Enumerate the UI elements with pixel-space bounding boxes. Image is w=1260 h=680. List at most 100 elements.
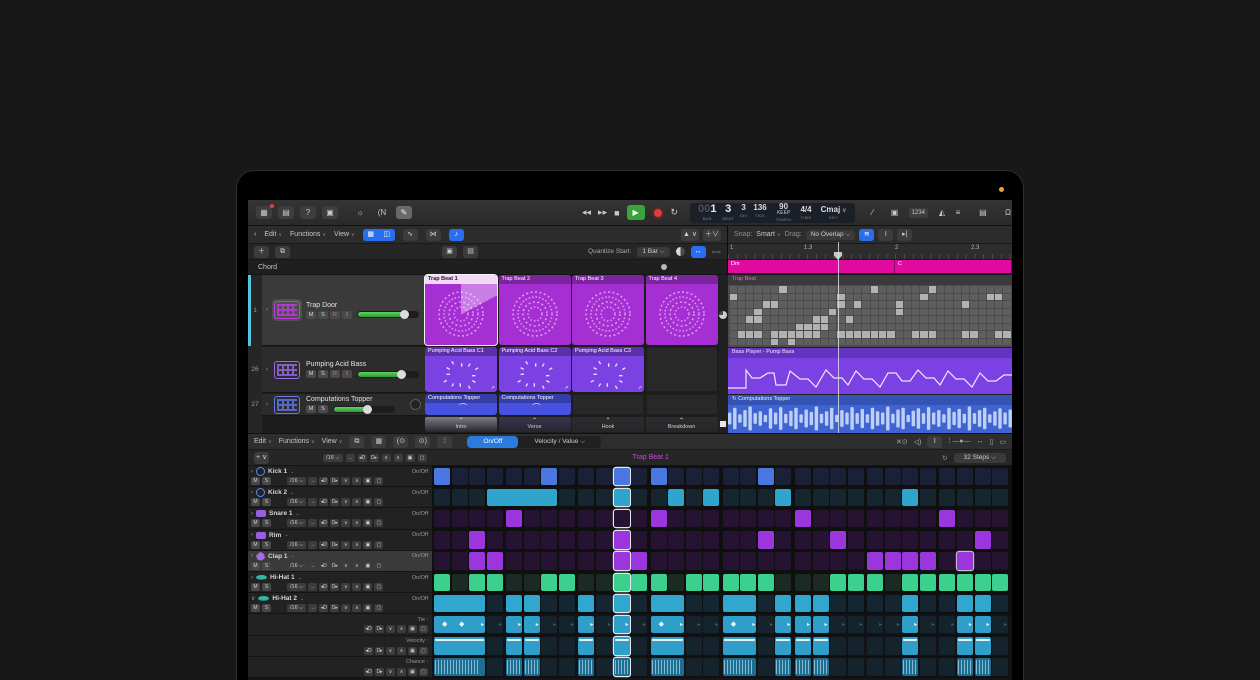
drum-grid-cell[interactable] [896, 294, 903, 301]
chance-cell[interactable] [506, 658, 522, 676]
row-decrement-button[interactable]: ∨ [341, 604, 350, 612]
step-cell[interactable] [885, 468, 901, 486]
drum-grid-cell[interactable] [896, 324, 903, 331]
step-cell[interactable] [487, 510, 503, 528]
drum-grid-cell[interactable] [987, 294, 994, 301]
row-rotate-right-button[interactable]: D▸ [330, 604, 339, 612]
step-cell[interactable] [559, 595, 575, 613]
row-rotate-left-button[interactable]: ◂D [319, 477, 328, 485]
step-cell[interactable] [506, 574, 522, 592]
step-cell[interactable] [795, 468, 811, 486]
row-paste-button[interactable]: ▢ [374, 583, 383, 591]
drum-grid-cell[interactable] [871, 339, 878, 346]
drum-grid-cell[interactable] [738, 286, 745, 293]
step-cell[interactable] [614, 552, 630, 570]
step-cell[interactable] [524, 552, 540, 570]
chance-cell[interactable] [578, 658, 594, 676]
drum-grid-cell[interactable] [970, 324, 977, 331]
audio-region[interactable]: ↻ Computations Topper [728, 395, 1012, 433]
step-cell[interactable] [686, 468, 702, 486]
tuner-icon[interactable]: ☼ [352, 206, 368, 219]
drum-grid-cell[interactable] [813, 294, 820, 301]
step-cell[interactable] [596, 552, 612, 570]
row-decrement-button[interactable]: ∨ [341, 498, 350, 506]
step-cell[interactable] [703, 531, 719, 549]
step-cell[interactable] [452, 552, 468, 570]
subrow-copy-button[interactable]: ▣ [408, 668, 417, 676]
drum-grid-cell[interactable] [746, 331, 753, 338]
drum-grid-cell[interactable] [730, 339, 737, 346]
step-cell[interactable] [740, 552, 756, 570]
add-track-button[interactable]: ＋ [254, 246, 269, 258]
step-cell[interactable] [885, 531, 901, 549]
drum-grid-cell[interactable] [896, 331, 903, 338]
default-rotate-left-icon[interactable]: ◂D [358, 454, 367, 462]
loop-cell[interactable]: Trap Beat 4 [646, 275, 718, 345]
subrow-rotate-right-button[interactable]: D▸ [375, 668, 384, 676]
disclosure-icon[interactable]: › [266, 307, 268, 313]
step-cell[interactable] [434, 552, 450, 570]
drum-grid-cell[interactable] [920, 331, 927, 338]
drum-grid-cell[interactable] [746, 286, 753, 293]
drum-grid-cell[interactable] [746, 294, 753, 301]
drum-grid-cell[interactable] [788, 316, 795, 323]
row-disclosure-icon[interactable]: ∨ [251, 595, 255, 602]
drum-grid-cell[interactable] [896, 316, 903, 323]
step-cell[interactable] [559, 468, 575, 486]
chance-cell[interactable] [902, 658, 918, 676]
window-tall-icon[interactable]: ▯ [990, 438, 994, 446]
velocity-cell[interactable] [651, 637, 685, 655]
window-wide-icon[interactable]: ▭ [999, 438, 1006, 446]
step-cell[interactable] [957, 552, 973, 570]
step-cell[interactable] [830, 531, 846, 549]
drum-grid-cell[interactable] [796, 286, 803, 293]
step-cell[interactable] [902, 510, 918, 528]
drum-grid-cell[interactable] [937, 286, 944, 293]
tie-cell[interactable]: ▸ [775, 616, 791, 634]
drum-grid-cell[interactable] [779, 294, 786, 301]
step-cell[interactable] [452, 531, 468, 549]
step-cell[interactable] [703, 489, 719, 507]
step-cell[interactable] [939, 595, 955, 613]
pointer-tool-button[interactable]: ▲ ∨ [681, 229, 699, 241]
count-in-icon[interactable]: (N [374, 206, 390, 219]
grid-divider-icon[interactable]: ▤ [463, 246, 478, 258]
drum-grid-cell[interactable] [937, 301, 944, 308]
step-cell[interactable] [631, 574, 647, 592]
step-cell[interactable] [668, 552, 684, 570]
row-solo-button[interactable]: S [262, 498, 271, 506]
drum-grid-cell[interactable] [954, 339, 961, 346]
drum-grid-cell[interactable] [979, 331, 986, 338]
step-cell[interactable] [775, 510, 791, 528]
velocity-cell[interactable] [920, 637, 936, 655]
step-cell[interactable] [614, 574, 630, 592]
drum-grid-cell[interactable] [1003, 309, 1010, 316]
default-copy-icon[interactable]: ▣ [406, 454, 415, 462]
drum-grid-cell[interactable] [771, 286, 778, 293]
drum-grid-cell[interactable] [954, 309, 961, 316]
step-cell[interactable] [541, 531, 557, 549]
drum-grid-cell[interactable] [887, 316, 894, 323]
drum-grid-cell[interactable] [738, 339, 745, 346]
chance-cell[interactable] [939, 658, 955, 676]
rewind-button[interactable]: ◂◂ [582, 207, 591, 218]
step-cell[interactable] [469, 531, 485, 549]
step-cell[interactable] [795, 595, 811, 613]
drum-grid-cell[interactable] [937, 309, 944, 316]
step-cell[interactable] [813, 595, 829, 613]
drum-grid-cell[interactable] [779, 301, 786, 308]
tie-cell[interactable]: ▸ [975, 616, 991, 634]
step-cell[interactable] [740, 510, 756, 528]
row-rotate-right-button[interactable]: D▸ [330, 477, 339, 485]
default-decrement-icon[interactable]: ∨ [382, 454, 391, 462]
drum-grid-cell[interactable] [871, 286, 878, 293]
step-cell[interactable] [830, 574, 846, 592]
drum-grid-cell[interactable] [970, 331, 977, 338]
drum-grid-cell[interactable] [929, 316, 936, 323]
step-cell[interactable] [775, 468, 791, 486]
drum-grid-cell[interactable] [945, 339, 952, 346]
time-signature-display[interactable]: 4/4 TIME [800, 206, 811, 220]
step-cell[interactable] [939, 468, 955, 486]
tie-cell[interactable]: ▸ [795, 616, 811, 634]
row-increment-button[interactable]: ∧ [352, 519, 361, 527]
